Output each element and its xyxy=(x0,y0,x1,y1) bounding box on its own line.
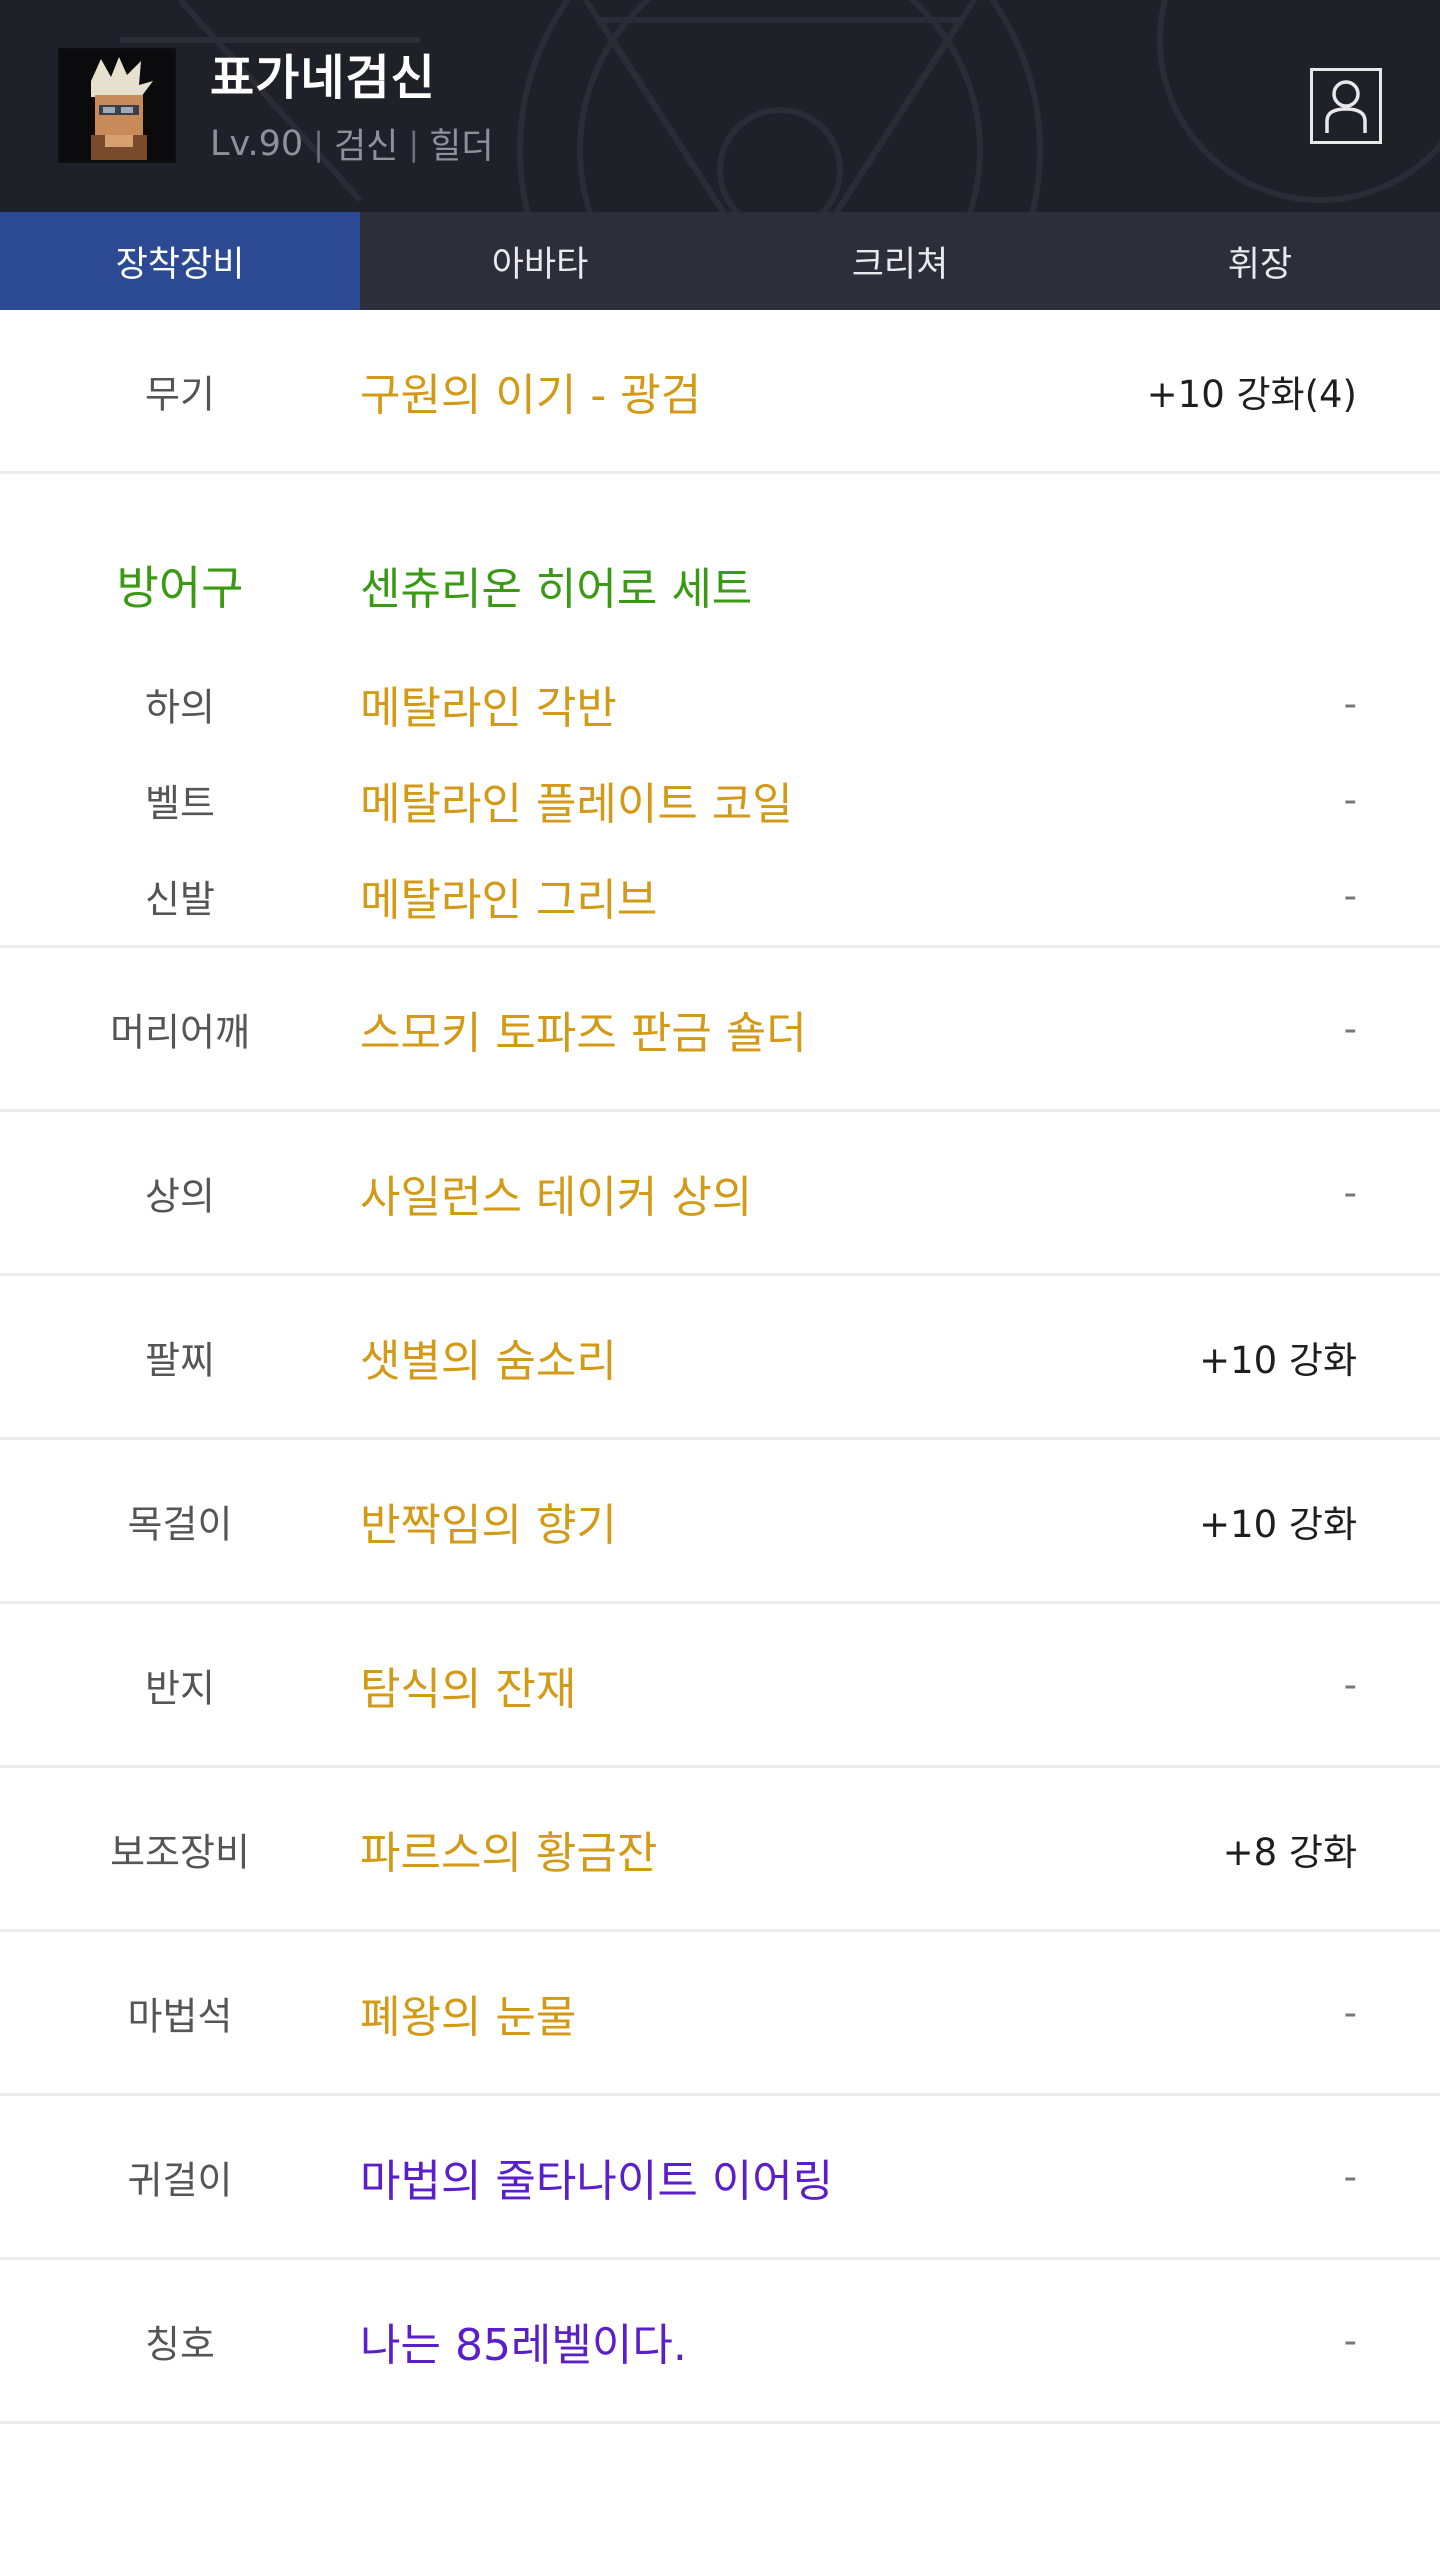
slot-label: 마법석 xyxy=(127,1994,233,2038)
enhance-value: - xyxy=(1343,874,1357,918)
equipment-row-magicstone[interactable]: 마법석 폐왕의 눈물 - xyxy=(0,1932,1440,2096)
equipment-row-weapon[interactable]: 무기 구원의 이기 - 광검 +10 강화(4) xyxy=(0,310,1440,474)
set-name: 센츄리온 히어로 세트 xyxy=(360,564,753,615)
character-job: 검신 xyxy=(333,127,399,167)
equipment-row-ring[interactable]: 반지 탐식의 잔재 - xyxy=(0,1604,1440,1768)
armor-piece-row[interactable]: 신발 메탈라인 그리브 - xyxy=(0,861,1440,931)
armor-piece-row[interactable]: 하의 메탈라인 각반 - xyxy=(0,669,1440,739)
slot-label: 머리어깨 xyxy=(110,1010,250,1054)
character-name: 표가네검신 xyxy=(210,50,436,106)
tab-equipped[interactable]: 장착장비 xyxy=(0,212,360,310)
person-icon xyxy=(1325,80,1367,133)
enhance-value: +10 강화 xyxy=(1199,1338,1357,1382)
enhance-value: - xyxy=(1343,2155,1357,2198)
tab-avatar[interactable]: 아바타 xyxy=(360,212,720,310)
slot-label: 상의 xyxy=(145,1174,215,1218)
enhance-value: - xyxy=(1343,682,1357,726)
equipment-row-support[interactable]: 보조장비 파르스의 황금잔 +8 강화 xyxy=(0,1768,1440,1932)
character-avatar xyxy=(58,48,176,163)
armor-piece-row[interactable]: 벨트 메탈라인 플레이트 코일 - xyxy=(0,765,1440,835)
item-name: 마법의 줄타나이트 이어링 xyxy=(360,2155,834,2207)
slot-label: 반지 xyxy=(145,1666,215,1710)
item-name: 폐왕의 눈물 xyxy=(360,1991,577,2043)
enhance-value: - xyxy=(1343,1663,1357,1706)
slot-label: 신발 xyxy=(145,877,215,922)
tab-creature[interactable]: 크리쳐 xyxy=(720,212,1080,310)
enhance-value: - xyxy=(1343,1007,1357,1050)
item-name: 나는 85레벨이다. xyxy=(360,2319,687,2371)
slot-label: 목걸이 xyxy=(127,1502,233,1546)
character-level: Lv.90 xyxy=(210,123,304,164)
equipment-row-title[interactable]: 칭호 나는 85레벨이다. - xyxy=(0,2260,1440,2424)
item-name: 메탈라인 그리브 xyxy=(360,875,658,926)
equipment-row-necklace[interactable]: 목걸이 반짝임의 향기 +10 강화 xyxy=(0,1440,1440,1604)
item-name: 메탈라인 플레이트 코일 xyxy=(360,779,793,830)
enhance-value: +10 강화 xyxy=(1199,1502,1357,1546)
item-name: 파르스의 황금잔 xyxy=(360,1827,658,1879)
enhance-value: - xyxy=(1343,778,1357,822)
tab-emblem[interactable]: 휘장 xyxy=(1080,212,1440,310)
character-portrait-icon xyxy=(61,51,173,160)
item-name: 탐식의 잔재 xyxy=(360,1663,577,1715)
slot-label: 칭호 xyxy=(145,2322,215,2366)
item-name: 반짝임의 향기 xyxy=(360,1499,617,1551)
character-info: Lv.90 | 검신 | 힐더 xyxy=(210,118,494,169)
slot-label: 하의 xyxy=(145,685,215,730)
character-header: 표가네검신 Lv.90 | 검신 | 힐더 xyxy=(0,0,1440,212)
equipment-row-shoulder[interactable]: 머리어깨 스모키 토파즈 판금 숄더 - xyxy=(0,948,1440,1112)
enhance-value: - xyxy=(1343,1991,1357,2034)
info-separator: | xyxy=(313,124,324,163)
slot-label: 무기 xyxy=(145,372,215,416)
slot-label: 팔찌 xyxy=(145,1338,215,1382)
profile-button[interactable] xyxy=(1310,68,1382,144)
item-name: 샛별의 숨소리 xyxy=(360,1335,617,1387)
enhance-value: +8 강화 xyxy=(1222,1830,1357,1874)
equipment-row-top[interactable]: 상의 사일런스 테이커 상의 - xyxy=(0,1112,1440,1276)
info-separator: | xyxy=(408,124,420,163)
slot-label: 보조장비 xyxy=(110,1830,250,1874)
enhance-value: - xyxy=(1343,2319,1357,2362)
enhance-value: +10 강화(4) xyxy=(1146,372,1357,416)
item-name: 스모키 토파즈 판금 숄더 xyxy=(360,1007,807,1059)
enhance-value: - xyxy=(1343,1171,1357,1214)
item-name: 구원의 이기 - 광검 xyxy=(360,369,702,421)
character-guild: 힐더 xyxy=(429,127,494,167)
slot-label: 방어구 xyxy=(116,561,244,615)
equipment-row-bracelet[interactable]: 팔찌 샛별의 숨소리 +10 강화 xyxy=(0,1276,1440,1440)
armor-set-header: 방어구 센츄리온 히어로 세트 xyxy=(0,550,1440,620)
equipment-row-earring[interactable]: 귀걸이 마법의 줄타나이트 이어링 - xyxy=(0,2096,1440,2260)
item-name: 사일런스 테이커 상의 xyxy=(360,1171,753,1223)
slot-label: 귀걸이 xyxy=(127,2158,233,2202)
equipment-armor-set[interactable]: 방어구 센츄리온 히어로 세트 하의 메탈라인 각반 - 벨트 메탈라인 플레이… xyxy=(0,474,1440,948)
slot-label: 벨트 xyxy=(145,781,215,826)
equipment-tabs: 장착장비 아바타 크리쳐 휘장 xyxy=(0,212,1440,310)
item-name: 메탈라인 각반 xyxy=(360,683,617,734)
